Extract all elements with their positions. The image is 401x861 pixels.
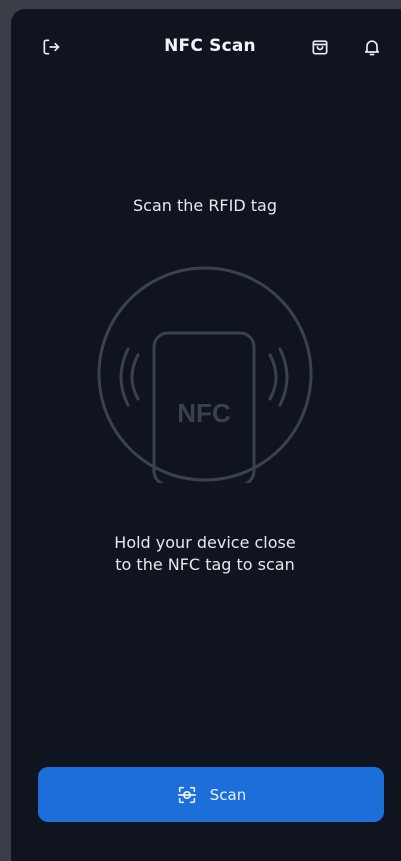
nfc-illustration: NFC	[96, 265, 314, 487]
page-title: NFC Scan	[164, 36, 256, 56]
scan-frame-icon	[177, 786, 196, 803]
nfc-label: NFC	[177, 398, 231, 428]
signal-wave-right-outer	[278, 347, 289, 407]
scan-hint: Hold your device close to the NFC tag to…	[11, 532, 399, 576]
top-bar: NFC Scan	[11, 9, 401, 87]
shopping-bag-icon[interactable]	[308, 35, 332, 59]
signal-wave-right	[268, 353, 278, 401]
signal-wave-left	[130, 353, 140, 401]
app-screen: NFC Scan Scan the RFID tag NFC Hold your…	[11, 9, 401, 861]
bell-icon[interactable]	[360, 35, 384, 59]
hint-line-2: to the NFC tag to scan	[115, 555, 295, 574]
scan-button[interactable]: Scan	[38, 767, 384, 822]
signal-wave-left-outer	[119, 347, 130, 407]
scan-button-label: Scan	[209, 785, 247, 804]
scan-instruction: Scan the RFID tag	[132, 196, 277, 215]
hint-line-1: Hold your device close	[114, 533, 296, 552]
